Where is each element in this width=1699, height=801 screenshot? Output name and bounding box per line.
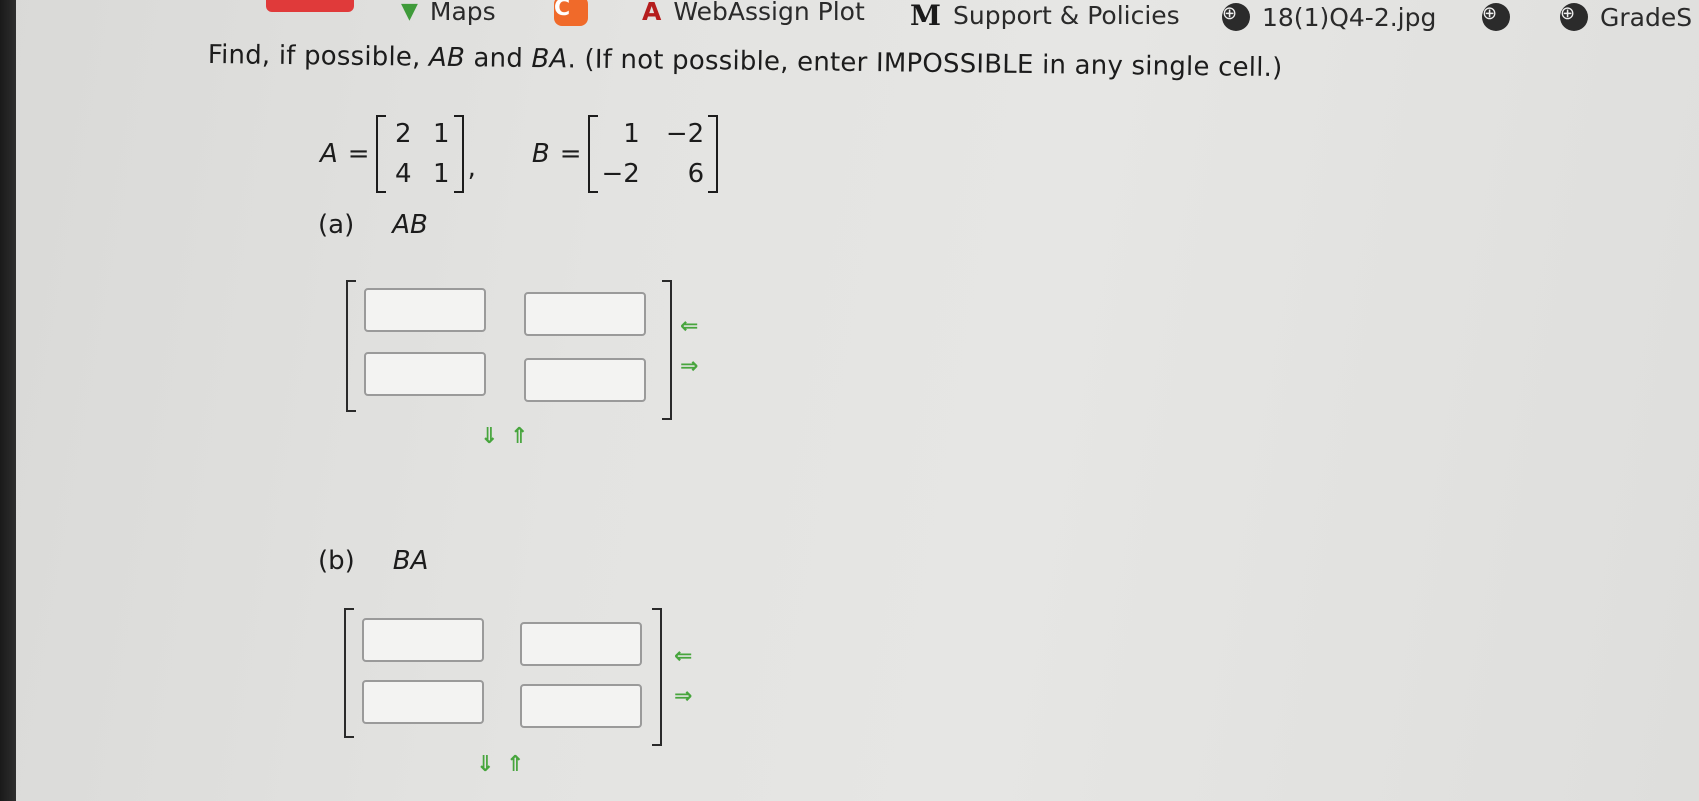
bookmark-label: WebAssign Plot <box>673 0 865 26</box>
question-text: Find, if possible, AB and BA. (If not po… <box>208 40 1283 83</box>
add-row-arrow-icon[interactable]: ⇓ <box>476 754 494 776</box>
matrix-cell: 1 <box>623 119 640 149</box>
ab-cell-r2c2[interactable] <box>524 358 646 402</box>
part-b-label: (b) BA <box>318 546 428 576</box>
matrix-a-label: A <box>320 139 338 169</box>
ab-cell-r1c2[interactable] <box>524 292 646 336</box>
ba-cell-r1c1[interactable] <box>362 618 484 662</box>
ba-cell-r1c2[interactable] <box>520 622 642 666</box>
ab-cell-r1c1[interactable] <box>364 288 486 332</box>
given-matrices: A = 2 1 4 1 , B = 1 −2 −2 6 <box>320 112 718 196</box>
bookmark-webassign-plot[interactable]: A WebAssign Plot <box>642 0 865 26</box>
question-ba: BA <box>531 43 568 75</box>
left-bracket <box>344 608 354 738</box>
ab-cell-r2c1[interactable] <box>364 352 486 396</box>
remove-column-arrow-icon[interactable]: ⇐ <box>674 646 692 668</box>
bookmark-label: Maps <box>429 0 496 26</box>
bookmark-maps[interactable]: ▼ Maps <box>401 0 496 26</box>
bookmark-label: 18(1)Q4-2.jpg <box>1262 2 1437 32</box>
part-name: BA <box>392 546 429 576</box>
answer-matrix-ba: ⇐ ⇒ <box>344 608 724 758</box>
bookmark-image-file[interactable]: ⊕ 18(1)Q4-2.jpg <box>1222 2 1436 32</box>
left-bracket <box>346 280 356 412</box>
maps-pin-icon: ▼ <box>401 0 418 24</box>
add-column-arrow-icon[interactable]: ⇒ <box>674 686 692 708</box>
matrix-a: 2 1 4 1 <box>375 115 464 193</box>
webassign-icon: A <box>642 0 662 26</box>
matrix-cell: 1 <box>433 119 450 149</box>
question-suffix: . (If not possible, enter IMPOSSIBLE in … <box>567 44 1283 84</box>
equals-sign: = <box>347 139 370 169</box>
orange-c-icon: C <box>554 0 588 26</box>
add-column-arrow-icon[interactable]: ⇒ <box>680 356 698 378</box>
question-prefix: Find, if possible, <box>207 40 430 73</box>
answer-matrix-ab: ⇐ ⇒ <box>346 280 726 420</box>
part-name: AB <box>392 210 428 240</box>
question-ab: AB <box>428 42 466 74</box>
bookmark-globe[interactable]: ⊕ <box>1482 2 1522 32</box>
globe-icon: ⊕ <box>1222 3 1250 31</box>
bookmark-grades[interactable]: ⊕ GradeS <box>1560 2 1692 32</box>
right-bracket <box>662 280 672 420</box>
globe-icon: ⊕ <box>1560 3 1588 31</box>
matrix-cell: −2 <box>601 159 640 189</box>
matrix-b: 1 −2 −2 6 <box>587 115 719 193</box>
bookmark-label: Support & Policies <box>953 0 1180 30</box>
matrix-cell: 4 <box>395 159 412 189</box>
matrix-cell: 2 <box>395 119 412 149</box>
bookmark-label: GradeS <box>1600 2 1693 32</box>
add-row-arrow-icon[interactable]: ⇓ <box>480 426 498 448</box>
globe-icon: ⊕ <box>1482 3 1510 31</box>
matrix-cell: 6 <box>687 159 705 189</box>
bookmark-orange[interactable]: C <box>554 0 600 26</box>
part-a-label: (a) AB <box>318 210 428 240</box>
part-letter: (b) <box>318 546 355 576</box>
ba-cell-r2c1[interactable] <box>362 680 484 724</box>
red-bookmark-icon[interactable] <box>266 0 354 12</box>
m-logo-icon: M <box>910 0 941 32</box>
matrix-separator: , <box>467 153 476 183</box>
remove-column-arrow-icon[interactable]: ⇐ <box>680 316 698 338</box>
remove-row-arrow-icon[interactable]: ⇑ <box>510 426 528 448</box>
bookmarks-bar: ▼ Maps C A WebAssign Plot M Support & Po… <box>16 0 1699 34</box>
right-bracket <box>652 608 662 746</box>
part-letter: (a) <box>318 210 355 240</box>
screen-bezel <box>0 0 16 801</box>
matrix-cell: −2 <box>665 119 705 149</box>
question-and: and <box>464 43 532 74</box>
remove-row-arrow-icon[interactable]: ⇑ <box>506 754 524 776</box>
ba-cell-r2c2[interactable] <box>520 684 642 728</box>
matrix-b-label: B <box>531 139 550 169</box>
equals-sign: = <box>559 139 582 169</box>
matrix-cell: 1 <box>433 159 450 189</box>
bookmark-support-policies[interactable]: M Support & Policies <box>910 0 1180 32</box>
